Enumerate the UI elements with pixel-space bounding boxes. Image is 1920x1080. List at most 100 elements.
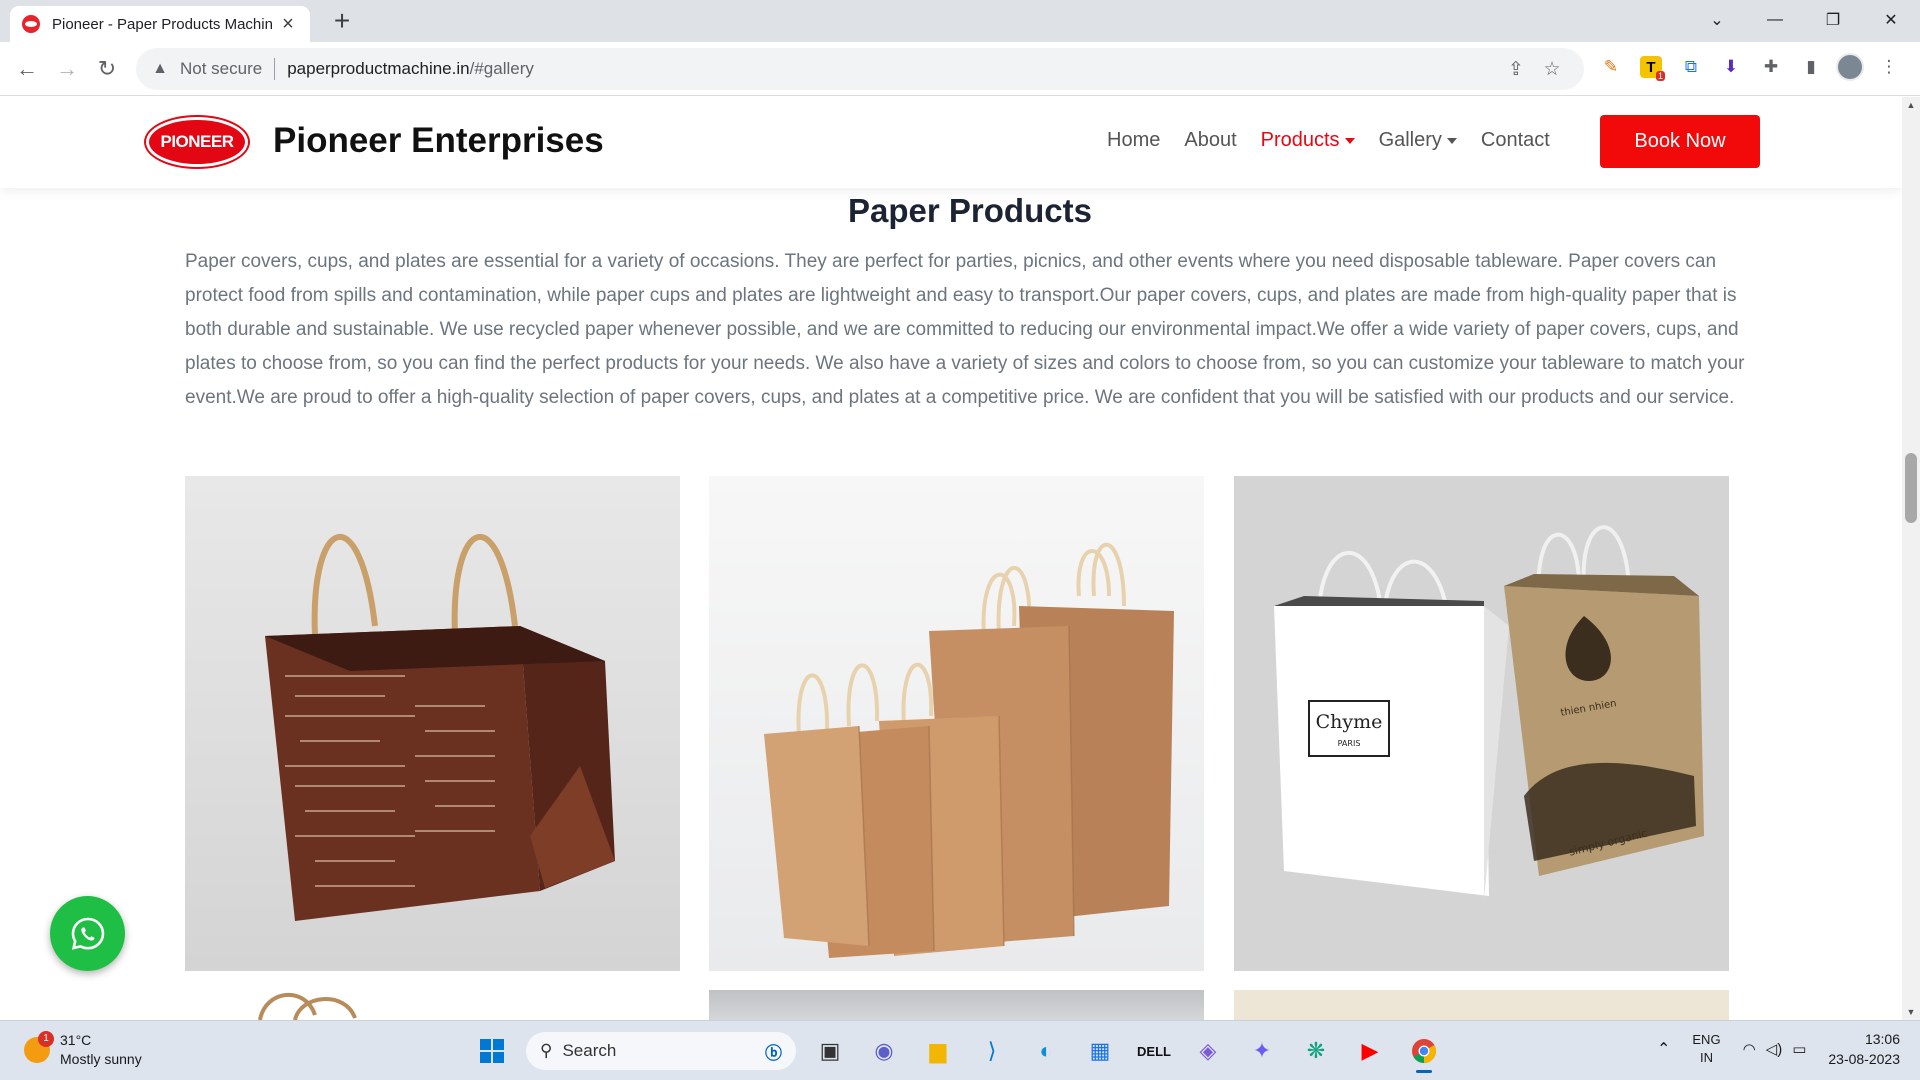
url-text[interactable]: paperproductmachine.in/#gallery bbox=[287, 59, 1498, 79]
extensions-row: ✎ T1 ⧉ ⬇ ✚ ▮ ⋮ bbox=[1596, 52, 1904, 82]
nav-about[interactable]: About bbox=[1184, 129, 1236, 152]
wifi-icon: ◠ bbox=[1742, 1041, 1756, 1058]
browser-tabstrip: Pioneer - Paper Products Machin × + ⌄ — … bbox=[0, 0, 1920, 42]
section-title: Paper Products bbox=[848, 192, 1092, 229]
book-now-button[interactable]: Book Now bbox=[1600, 115, 1760, 168]
microsoft-store-icon[interactable]: ▦ bbox=[1080, 1031, 1120, 1071]
quick-settings[interactable]: ◠ ◁) ▭ bbox=[1743, 1040, 1807, 1058]
system-tray: ⌃ ENG IN ◠ ◁) ▭ 13:06 23-08-2023 bbox=[1657, 1029, 1900, 1069]
chatgpt-icon[interactable]: ❋ bbox=[1296, 1031, 1336, 1071]
gallery-image-row2-right[interactable] bbox=[1234, 990, 1729, 1020]
taskbar-search-label: Search bbox=[562, 1041, 617, 1060]
gallery-image-row2-middle[interactable] bbox=[709, 990, 1204, 1020]
puzzle-extensions-icon[interactable]: ✚ bbox=[1756, 52, 1786, 82]
taskbar-search[interactable]: ⚲ Search ⓑ bbox=[526, 1032, 796, 1070]
windows-taskbar: 1 31°C Mostly sunny ⚲ Search ⓑ ▣ ◉ ▆ ⟩ ◐… bbox=[0, 1020, 1920, 1080]
nav-contact[interactable]: Contact bbox=[1481, 129, 1550, 152]
nav-home[interactable]: Home bbox=[1107, 129, 1160, 152]
whatsapp-button[interactable] bbox=[50, 896, 125, 971]
clock-time: 13:06 bbox=[1864, 1031, 1900, 1047]
copilot-app-icon[interactable]: ◈ bbox=[1188, 1031, 1228, 1071]
search-icon: ⚲ bbox=[540, 1041, 553, 1060]
youtube-icon[interactable]: ▶ bbox=[1350, 1031, 1390, 1071]
chevron-down-icon bbox=[1446, 137, 1457, 144]
file-explorer-icon[interactable]: ▆ bbox=[918, 1031, 958, 1071]
pen-extension-icon[interactable]: ✎ bbox=[1596, 52, 1626, 82]
browser-toolbar: ← → ↻ ▲ Not secure paperproductmachine.i… bbox=[0, 42, 1920, 96]
windows-start-icon[interactable] bbox=[472, 1031, 512, 1071]
bing-icon[interactable]: ⓑ bbox=[765, 1039, 782, 1064]
clock-date: 23-08-2023 bbox=[1828, 1051, 1900, 1067]
chevron-down-icon bbox=[1344, 137, 1355, 144]
vscode-icon[interactable]: ⟩ bbox=[972, 1031, 1012, 1071]
gallery-image-brown-bag[interactable] bbox=[185, 476, 680, 971]
tab-title: Pioneer - Paper Products Machin bbox=[52, 15, 273, 33]
warning-triangle-icon[interactable]: ▲ bbox=[150, 59, 170, 79]
dell-icon[interactable]: DELL bbox=[1134, 1031, 1174, 1071]
scroll-thumb[interactable] bbox=[1905, 453, 1917, 523]
new-tab-button[interactable]: + bbox=[326, 6, 358, 38]
side-panel-icon[interactable]: ▮ bbox=[1796, 52, 1826, 82]
nav-products[interactable]: Products bbox=[1261, 129, 1355, 152]
edge-icon[interactable]: ◐ bbox=[1026, 1031, 1066, 1071]
profile-avatar[interactable] bbox=[1836, 53, 1864, 81]
brand-name[interactable]: Pioneer Enterprises bbox=[273, 121, 604, 161]
address-bar[interactable]: ▲ Not secure paperproductmachine.in/#gal… bbox=[136, 48, 1584, 90]
teams-chat-icon[interactable]: ◉ bbox=[864, 1031, 904, 1071]
close-tab-icon[interactable]: × bbox=[278, 13, 298, 36]
weather-desc: Mostly sunny bbox=[60, 1051, 142, 1067]
scroll-up-arrow-icon[interactable]: ▲ bbox=[1902, 97, 1920, 113]
main-nav: Home About Products Gallery Contact bbox=[1107, 129, 1550, 152]
page-scrollbar[interactable]: ▲ ▼ bbox=[1902, 97, 1920, 1020]
security-label[interactable]: Not secure bbox=[180, 59, 262, 79]
restore-button[interactable]: ❐ bbox=[1804, 0, 1862, 40]
window-controls: ⌄ — ❐ ✕ bbox=[1688, 0, 1920, 40]
sun-icon: 1 bbox=[24, 1031, 54, 1063]
weather-temp: 31°C bbox=[60, 1032, 92, 1048]
task-view-icon[interactable]: ▣ bbox=[810, 1031, 850, 1071]
t-extension-icon[interactable]: T1 bbox=[1636, 52, 1666, 82]
gallery-image-branded-bags[interactable]: Chyme PARIS thien nhien simply organic bbox=[1234, 476, 1729, 971]
close-window-button[interactable]: ✕ bbox=[1862, 0, 1920, 40]
lang-bottom: IN bbox=[1699, 1050, 1713, 1065]
site-favicon-icon bbox=[22, 15, 40, 33]
logo-text: PIONEER bbox=[160, 132, 234, 151]
whatsapp-icon bbox=[71, 917, 104, 950]
clock[interactable]: 13:06 23-08-2023 bbox=[1828, 1029, 1900, 1069]
chevron-up-icon[interactable]: ⌃ bbox=[1657, 1039, 1670, 1059]
share-icon[interactable]: ⇪ bbox=[1498, 58, 1534, 81]
pioneer-logo[interactable]: PIONEER bbox=[146, 117, 248, 167]
weather-widget[interactable]: 1 31°C Mostly sunny bbox=[24, 1031, 142, 1069]
gallery-image-kraft-bags[interactable] bbox=[709, 476, 1204, 971]
nav-products-label: Products bbox=[1260, 129, 1340, 151]
url-host: paperproductmachine.in bbox=[287, 59, 470, 78]
nav-gallery-label: Gallery bbox=[1378, 129, 1442, 151]
nav-gallery[interactable]: Gallery bbox=[1379, 129, 1457, 152]
section-intro: Paper covers, cups, and plates are essen… bbox=[185, 251, 1745, 408]
reload-icon[interactable]: ↻ bbox=[92, 54, 122, 84]
lang-top: ENG bbox=[1692, 1032, 1721, 1047]
url-path: /#gallery bbox=[469, 59, 534, 78]
language-indicator[interactable]: ENG IN bbox=[1692, 1031, 1720, 1067]
forward-arrow-icon[interactable]: → bbox=[52, 54, 82, 84]
sparkle-icon[interactable]: ✦ bbox=[1242, 1031, 1282, 1071]
taskbar-apps: ⚲ Search ⓑ ▣ ◉ ▆ ⟩ ◐ ▦ DELL ◈ ✦ ❋ ▶ bbox=[472, 1031, 1444, 1073]
white-bag-sub: PARIS bbox=[1338, 739, 1361, 748]
minimize-button[interactable]: — bbox=[1746, 0, 1804, 40]
page-viewport: PIONEER Pioneer Enterprises Home About P… bbox=[0, 97, 1902, 1020]
extension-badge: 1 bbox=[1655, 71, 1665, 81]
browser-menu-icon[interactable]: ⋮ bbox=[1874, 52, 1904, 82]
back-arrow-icon[interactable]: ← bbox=[12, 54, 42, 84]
weather-badge: 1 bbox=[38, 1031, 54, 1047]
screen-capture-extension-icon[interactable]: ⧉ bbox=[1676, 52, 1706, 82]
chrome-icon[interactable] bbox=[1404, 1031, 1444, 1073]
browser-tab[interactable]: Pioneer - Paper Products Machin × bbox=[10, 6, 310, 42]
site-header: PIONEER Pioneer Enterprises Home About P… bbox=[0, 97, 1902, 188]
download-extension-icon[interactable]: ⬇ bbox=[1716, 52, 1746, 82]
volume-icon: ◁) bbox=[1765, 1041, 1783, 1058]
tab-search-chevron-icon[interactable]: ⌄ bbox=[1688, 0, 1746, 40]
gallery-image-row2-left[interactable] bbox=[185, 990, 680, 1020]
white-bag-label: Chyme bbox=[1316, 711, 1383, 733]
scroll-down-arrow-icon[interactable]: ▼ bbox=[1902, 1004, 1920, 1020]
bookmark-star-icon[interactable]: ☆ bbox=[1534, 58, 1570, 81]
